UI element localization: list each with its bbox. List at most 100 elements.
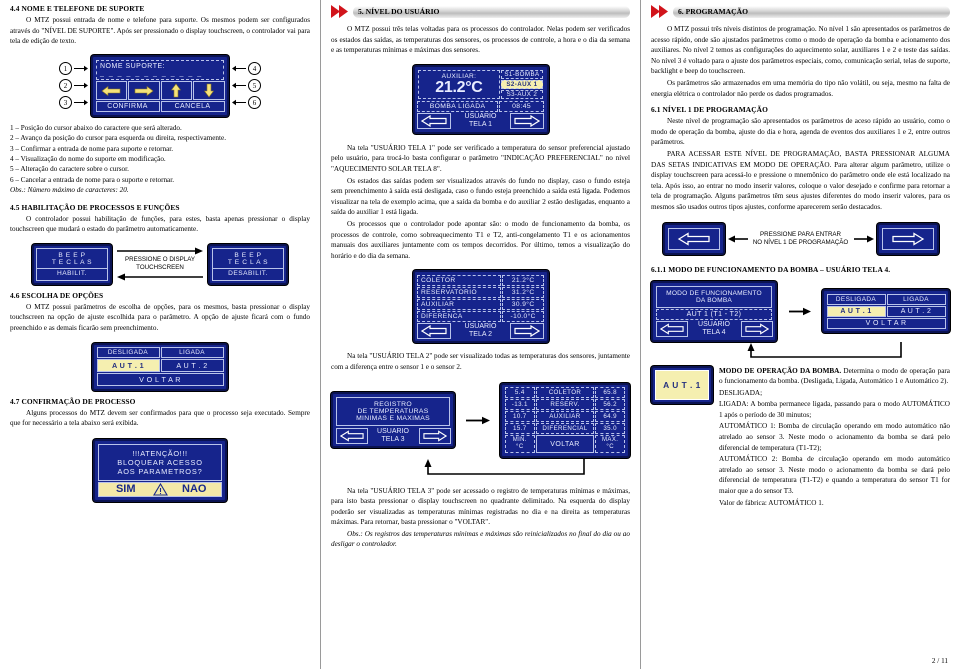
lcd-confirmacao[interactable]: !!!ATENÇÃO!!! BLOQUEAR ACESSO AOS PARAME… — [93, 438, 227, 502]
left-arrow-button[interactable] — [95, 81, 127, 101]
prev-screen-button[interactable] — [417, 322, 451, 339]
temp-name: RESERVATORIO — [417, 286, 502, 298]
warning-triangle-icon — [152, 482, 168, 496]
option-ligada[interactable]: LIGADA — [160, 347, 224, 359]
lcd-minmax-table[interactable]: 5.4 COLETOR 65.8 -13.1 RESERV. 56.2 10.7… — [500, 382, 630, 458]
left-arrow-icon — [421, 115, 447, 128]
arrow-keys-row — [95, 81, 225, 101]
beep-label-line1: B E E P — [234, 251, 262, 259]
option-ligada[interactable]: LIGADA — [886, 293, 946, 305]
legend-obs: Obs.: Número máximo de caracteres: 20. — [10, 186, 129, 195]
right-arrow-key-button[interactable] — [881, 227, 934, 250]
confirm-buttons-row: SIM NAO — [98, 481, 222, 497]
section-banner-bar: 5. NÍVEL DO USUÁRIO — [353, 5, 630, 18]
screen-title-line1: USUARIO — [377, 427, 409, 435]
temp-value: 21.2°C — [502, 274, 544, 286]
up-arrow-button[interactable] — [160, 81, 192, 101]
temp-row: DIFERENCA -10.0°C — [417, 310, 545, 322]
next-screen-button[interactable] — [510, 113, 544, 130]
lcd-beep-habilitado[interactable]: B E E P T E C L A S HABILIT. — [32, 243, 112, 285]
minmax-name: COLETOR — [536, 387, 594, 398]
right-arrow-icon — [891, 231, 924, 246]
option-aut2[interactable]: A U T . 2 — [886, 305, 946, 317]
next-screen-button[interactable] — [740, 321, 773, 337]
beep-label-line2: T E C L A S — [227, 258, 269, 266]
lcd-usuario-tela-3[interactable]: REGISTRO DE TEMPERATURAS MINIMAS E MAXIM… — [331, 392, 455, 448]
left-arrow-icon — [659, 323, 684, 335]
beep-state-desabilit[interactable]: DESABILIT. — [213, 267, 283, 277]
confirma-button[interactable]: CONFIRMA — [95, 101, 160, 113]
next-screen-button[interactable] — [510, 322, 544, 339]
figure-escolha-opcoes: DESLIGADA LIGADA A U T . 1 A U T . 2 V O… — [10, 342, 310, 391]
output-s3-aux2[interactable]: S3-AUX 2 — [500, 90, 543, 100]
paragraph-6-intro: O MTZ possui três níveis distintos de pr… — [651, 25, 950, 76]
temp-name: DIFERENCA — [417, 310, 502, 322]
temp-row: COLETOR 21.2°C — [417, 274, 545, 286]
prev-screen-button[interactable] — [655, 321, 688, 337]
max-header: MAX. °C — [594, 435, 626, 453]
beep-label-line2: T E C L A S — [51, 258, 93, 266]
opcoes-row-1: DESLIGADA LIGADA — [96, 347, 224, 359]
temp-value: 31.2°C — [502, 286, 544, 298]
desc-line: Valor de fábrica: AUTOMÁTICO 1. — [719, 498, 824, 507]
section-banner-label: 6. PROGRAMAÇÃO — [678, 7, 749, 16]
registro-message[interactable]: REGISTRO DE TEMPERATURAS MINIMAS E MAXIM… — [336, 397, 450, 426]
option-aut1[interactable]: A U T . 1 — [826, 305, 886, 317]
left-arrow-key-button[interactable] — [667, 227, 720, 250]
return-flow-arrow-icon — [747, 341, 902, 358]
cancela-button[interactable]: CANCELA — [160, 101, 225, 113]
arrow-right-icon — [117, 247, 203, 255]
right-arrow-button[interactable] — [128, 81, 160, 101]
modo-bomba-line2: DA BOMBA — [695, 296, 733, 304]
option-voltar[interactable]: V O L T A R — [96, 373, 224, 387]
lcd-modo-funcionamento-bomba[interactable]: MODO DE FUNCIONAMENTO DA BOMBA AUT 1 (T1… — [651, 280, 777, 342]
lcd-usuario-tela-2[interactable]: COLETOR 21.2°C RESERVATORIO 31.2°C AUXIL… — [412, 270, 549, 344]
lcd-nome-suporte[interactable]: NOME SUPORTE: _ _ _ _ _ _ _ _ _ _ _ _ CO… — [91, 54, 229, 117]
sim-button[interactable]: SIM — [99, 483, 153, 495]
callout-3: 3 — [59, 96, 72, 110]
document-page: 4.4 NOME E TELEFONE DE SUPORTE O MTZ pos… — [0, 0, 960, 669]
minmax-row: 10.7 AUXILIAR 64.9 — [504, 411, 626, 423]
nao-button[interactable]: NAO — [168, 483, 222, 495]
option-voltar[interactable]: V O L T A R — [826, 317, 946, 329]
option-aut2[interactable]: A U T . 2 — [160, 359, 224, 373]
leader-line-icon — [74, 100, 88, 106]
lcd-opcoes[interactable]: DESLIGADA LIGADA A U T . 1 A U T . 2 V O… — [92, 342, 228, 391]
preferred-sensor-readout[interactable]: AUXILIAR: 21.2°C — [418, 70, 500, 100]
lcd-left-arrow-key[interactable] — [662, 222, 725, 255]
prev-screen-button[interactable] — [417, 113, 451, 130]
legend-item: 1 – Posição do cursor abaixo do caracter… — [10, 123, 182, 132]
screen-title-line2: TELA 3 — [381, 435, 405, 443]
min-header-line1: MIN. — [512, 437, 527, 443]
nome-suporte-field[interactable]: NOME SUPORTE: _ _ _ _ _ _ _ _ _ _ _ _ — [96, 59, 224, 80]
minmax-row: -13.1 RESERV. 56.2 — [504, 399, 626, 411]
option-desligada[interactable]: DESLIGADA — [96, 347, 160, 359]
lcd-beep-desabilitado[interactable]: B E E P T E C L A S DESABILIT. — [208, 243, 288, 285]
output-s1-bomba[interactable]: S1-BOMBA — [500, 70, 543, 80]
next-screen-button[interactable] — [418, 427, 451, 444]
registro-line-3: MINIMAS E MAXIMAS — [356, 415, 430, 422]
lcd-opcoes-bomba[interactable]: DESLIGADA LIGADA A U T . 1 A U T . 2 V O… — [822, 289, 950, 333]
legend-item: 6 – Cancelar a entrada de nome para o su… — [10, 175, 175, 184]
min-header-line2: °C — [516, 444, 524, 450]
mnemonic-badge[interactable]: A U T . 1 — [651, 365, 713, 404]
option-aut1[interactable]: A U T . 1 — [96, 359, 160, 373]
down-arrow-button[interactable] — [193, 81, 225, 101]
output-s2-aux1[interactable]: S2-AUX 1 — [500, 80, 543, 90]
option-desligada[interactable]: DESLIGADA — [826, 293, 886, 305]
section-title-6-1-1: 6.1.1 MODO DE FUNCIONAMENTO DA BOMBA – U… — [651, 264, 891, 274]
beep-state-habilit[interactable]: HABILIT. — [37, 267, 107, 277]
lcd-right-arrow-key[interactable] — [876, 222, 939, 255]
leader-line-icon — [232, 66, 246, 72]
figure-usuario-tela-1: AUXILIAR: 21.2°C S1-BOMBA S2-AUX 1 S3-AU… — [331, 64, 630, 134]
right-arrow-icon — [134, 85, 154, 96]
screen-title-line1: USUARIO — [464, 322, 497, 330]
opcoes-row-1: DESLIGADA LIGADA — [826, 293, 946, 305]
lcd-usuario-tela-1[interactable]: AUXILIAR: 21.2°C S1-BOMBA S2-AUX 1 S3-AU… — [412, 64, 549, 134]
modo-bomba-value[interactable]: AUT 1 (T1 - T2) — [656, 308, 772, 320]
double-chevron-right-icon — [651, 5, 668, 18]
minmax-footer-row: MIN. °C VOLTAR MAX. °C — [504, 435, 626, 454]
section-title-4-6: 4.6 ESCOLHA DE OPÇÕES — [10, 290, 104, 300]
voltar-button[interactable]: VOLTAR — [536, 435, 594, 453]
prev-screen-button[interactable] — [335, 427, 368, 444]
